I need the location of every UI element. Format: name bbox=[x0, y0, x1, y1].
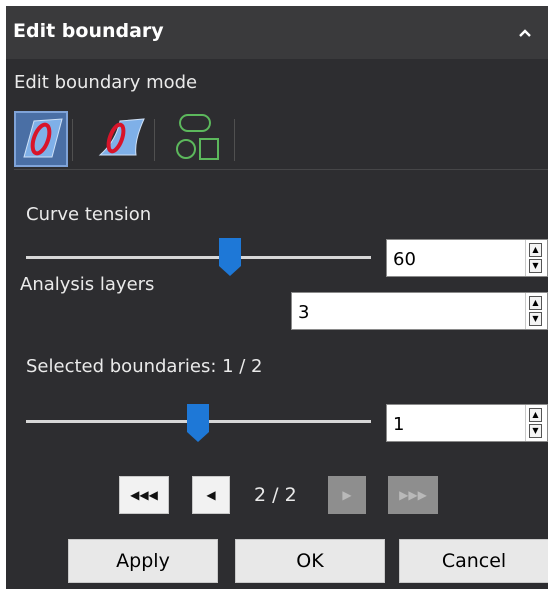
spin-up-icon[interactable]: ▲ bbox=[529, 296, 542, 310]
curve-tension-input[interactable]: 60 ▲ ▼ bbox=[386, 239, 548, 277]
analysis-layers-label: Analysis layers bbox=[20, 274, 155, 295]
curve-tension-slider-thumb[interactable] bbox=[219, 238, 241, 280]
pager-indicator: 2 / 2 bbox=[254, 484, 297, 506]
selected-boundaries-value: 1 bbox=[393, 414, 405, 435]
chevron-up-icon[interactable] bbox=[511, 19, 539, 47]
previous-boundary-button[interactable]: ◀ bbox=[192, 476, 230, 514]
previous-icon: ◀ bbox=[206, 488, 216, 502]
edit-boundary-panel: Edit boundary Edit boundary mode Curve t… bbox=[6, 6, 548, 589]
selected-boundaries-label: Selected boundaries: 1 / 2 bbox=[26, 356, 263, 377]
first-boundary-button[interactable]: ◀◀◀ bbox=[119, 476, 169, 514]
curve-tension-slider-track[interactable] bbox=[26, 256, 371, 259]
analysis-layers-stepper[interactable]: ▲ ▼ bbox=[525, 293, 547, 329]
skip-first-icon: ◀◀◀ bbox=[130, 488, 158, 502]
analysis-layers-value: 3 bbox=[298, 302, 310, 323]
toolbar-divider bbox=[154, 119, 155, 161]
panel-title: Edit boundary bbox=[13, 20, 164, 42]
boundary-shapes-icon bbox=[172, 114, 226, 169]
analysis-layers-input[interactable]: 3 ▲ ▼ bbox=[291, 292, 548, 330]
skip-last-icon: ▶▶▶ bbox=[399, 488, 427, 502]
mode-button-edge[interactable] bbox=[96, 111, 150, 167]
cancel-button[interactable]: Cancel bbox=[399, 539, 548, 583]
panel-header[interactable]: Edit boundary bbox=[6, 6, 548, 59]
curve-tension-stepper[interactable]: ▲ ▼ bbox=[525, 240, 547, 276]
boundary-edge-edit-icon bbox=[96, 118, 146, 167]
next-icon: ▶ bbox=[342, 488, 352, 502]
last-boundary-button[interactable]: ▶▶▶ bbox=[388, 476, 438, 514]
selected-boundaries-stepper[interactable]: ▲ ▼ bbox=[525, 405, 547, 441]
next-boundary-button[interactable]: ▶ bbox=[328, 476, 366, 514]
apply-button[interactable]: Apply bbox=[68, 539, 218, 583]
boundary-surface-edit-icon bbox=[16, 118, 66, 169]
spin-down-icon[interactable]: ▼ bbox=[529, 312, 542, 326]
curve-tension-value: 60 bbox=[393, 249, 416, 270]
toolbar-divider bbox=[234, 119, 235, 161]
spin-down-icon[interactable]: ▼ bbox=[529, 259, 542, 273]
spin-up-icon[interactable]: ▲ bbox=[529, 408, 542, 422]
spin-up-icon[interactable]: ▲ bbox=[529, 243, 542, 257]
selected-boundaries-slider-thumb[interactable] bbox=[187, 404, 209, 446]
toolbar-divider bbox=[72, 119, 73, 161]
mode-button-shapes[interactable] bbox=[172, 111, 226, 167]
mode-button-surface[interactable] bbox=[14, 111, 68, 167]
ok-button[interactable]: OK bbox=[235, 539, 385, 583]
curve-tension-label: Curve tension bbox=[26, 204, 152, 225]
selected-boundaries-input[interactable]: 1 ▲ ▼ bbox=[386, 404, 548, 442]
mode-toolbar bbox=[14, 111, 548, 170]
edit-mode-label: Edit boundary mode bbox=[14, 72, 198, 93]
spin-down-icon[interactable]: ▼ bbox=[529, 424, 542, 438]
